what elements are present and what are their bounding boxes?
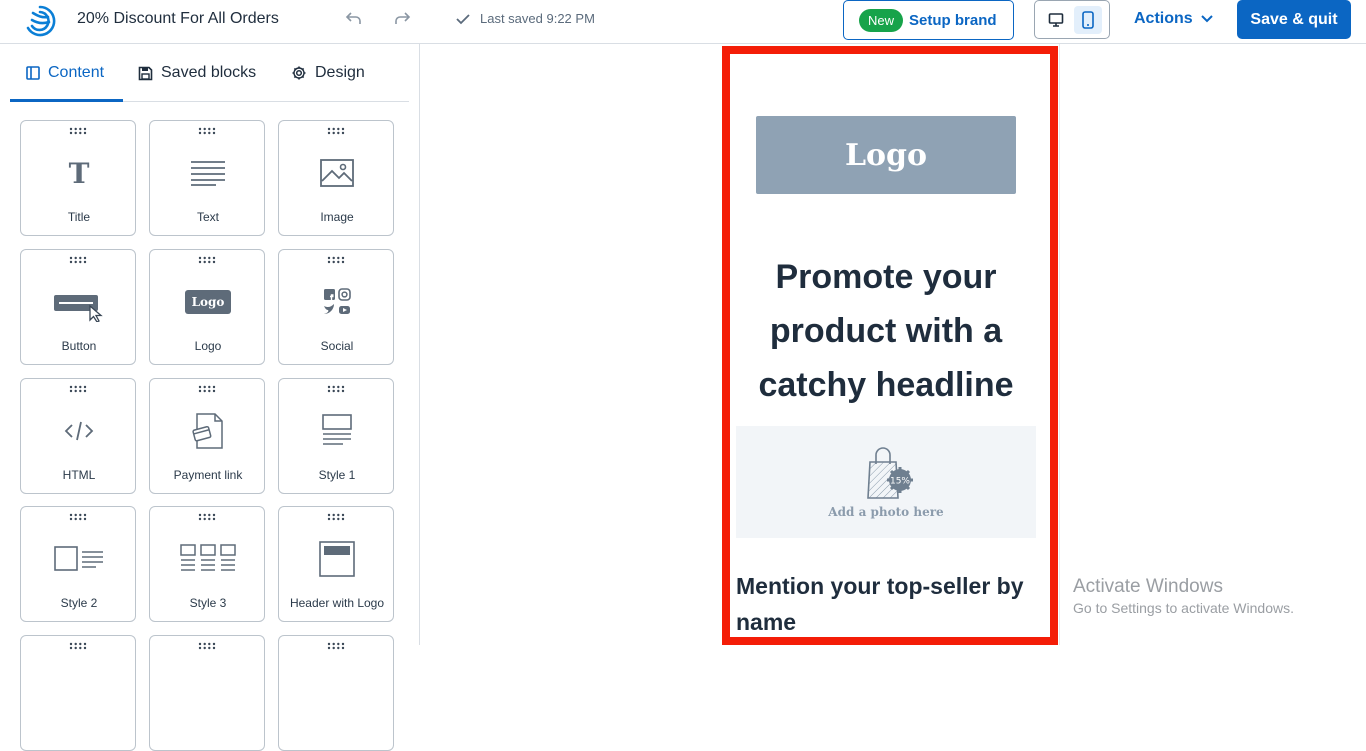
drag-handle-icon[interactable]	[326, 513, 346, 521]
mobile-icon	[1082, 10, 1094, 29]
redo-icon[interactable]	[392, 9, 412, 29]
layout-icon	[26, 66, 40, 80]
block-header-with-logo[interactable]: Header with Logo	[278, 506, 394, 622]
setup-brand-label: Setup brand	[909, 11, 997, 29]
drag-handle-icon[interactable]	[68, 642, 88, 650]
drag-handle-icon[interactable]	[68, 256, 88, 264]
save-status: Last saved 9:22 PM	[456, 11, 595, 26]
drag-handle-icon[interactable]	[68, 385, 88, 393]
tab-content[interactable]: Content	[26, 64, 104, 82]
social-icon	[324, 288, 351, 314]
last-saved-text: Last saved 9:22 PM	[480, 11, 595, 26]
block-label: Logo	[194, 339, 222, 353]
drag-handle-icon[interactable]	[326, 256, 346, 264]
button-icon	[54, 295, 103, 322]
block-social[interactable]: Social	[278, 249, 394, 365]
campaign-title[interactable]: 20% Discount For All Orders	[77, 10, 279, 28]
block-label: Header with Logo	[289, 596, 385, 610]
block-label: HTML	[62, 468, 96, 482]
tab-design[interactable]: Design	[291, 64, 365, 82]
new-badge: New	[859, 8, 904, 32]
gear-icon	[292, 66, 306, 80]
email-headline[interactable]: Promote your product with a catchy headl…	[736, 250, 1036, 412]
payment-link-icon	[192, 413, 223, 449]
active-tab-indicator	[10, 99, 123, 102]
shopping-bag-icon: 15%	[867, 447, 913, 499]
email-logo-block[interactable]: Logo	[756, 116, 1016, 194]
block-style-2[interactable]: Style 2	[20, 506, 136, 622]
drag-handle-icon[interactable]	[326, 642, 346, 650]
save-icon	[138, 66, 153, 80]
block-payment-link[interactable]: Payment link	[149, 378, 265, 494]
block-more[interactable]	[149, 635, 265, 751]
block-logo[interactable]: Logo Logo	[149, 249, 265, 365]
drag-handle-icon[interactable]	[197, 127, 217, 135]
email-canvas: Logo Promote your product with a catchy …	[421, 44, 1366, 645]
style1-icon	[322, 414, 352, 445]
block-style-1[interactable]: Style 1	[278, 378, 394, 494]
block-more[interactable]	[278, 635, 394, 751]
tab-design-label: Design	[315, 64, 365, 81]
photo-placeholder-label: Add a photo here	[828, 505, 944, 519]
save-quit-button[interactable]: Save & quit	[1237, 0, 1351, 39]
actions-menu[interactable]: Actions	[1134, 10, 1213, 28]
desktop-view-button[interactable]	[1042, 6, 1070, 34]
drag-handle-icon[interactable]	[68, 127, 88, 135]
block-label: Style 1	[318, 468, 356, 482]
block-label: Style 3	[189, 596, 227, 610]
text-icon	[191, 161, 225, 186]
header-logo-icon	[319, 541, 355, 577]
app-logo-icon[interactable]	[22, 3, 58, 39]
title-icon: T	[68, 156, 90, 190]
logo-icon: Logo	[184, 290, 232, 314]
drag-handle-icon[interactable]	[326, 385, 346, 393]
block-label: Image	[320, 210, 354, 224]
block-title[interactable]: T Title	[20, 120, 136, 236]
block-label: Social	[320, 339, 354, 353]
drag-handle-icon[interactable]	[68, 513, 88, 521]
drag-handle-icon[interactable]	[326, 127, 346, 135]
style2-icon	[54, 546, 103, 571]
tab-content-label: Content	[48, 64, 105, 81]
drag-handle-icon[interactable]	[197, 256, 217, 264]
block-style-3[interactable]: Style 3	[149, 506, 265, 622]
drag-handle-icon[interactable]	[197, 385, 217, 393]
style3-icon	[180, 544, 236, 571]
block-label: Button	[61, 339, 97, 353]
tab-saved-blocks-label: Saved blocks	[161, 64, 257, 81]
discount-badge: 15%	[890, 477, 910, 487]
top-bar: 20% Discount For All Orders Last saved 9…	[0, 0, 1366, 44]
email-subheading[interactable]: Mention your top-seller by name	[736, 568, 1036, 637]
undo-icon[interactable]	[344, 9, 364, 29]
block-text[interactable]: Text	[149, 120, 265, 236]
desktop-icon	[1048, 12, 1064, 27]
tab-saved-blocks[interactable]: Saved blocks	[138, 64, 256, 82]
image-icon	[320, 159, 354, 187]
actions-label: Actions	[1134, 10, 1193, 27]
block-image[interactable]: Image	[278, 120, 394, 236]
drag-handle-icon[interactable]	[197, 642, 217, 650]
activate-windows-title: Activate Windows	[1073, 576, 1223, 597]
block-more[interactable]	[20, 635, 136, 751]
setup-brand-button[interactable]: New Setup brand	[843, 0, 1014, 40]
block-label: Title	[67, 210, 91, 224]
panel-tabs: Content Saved blocks Design	[10, 44, 409, 102]
block-label: Style 2	[60, 596, 98, 610]
block-button[interactable]: Button	[20, 249, 136, 365]
block-label: Payment link	[173, 468, 243, 482]
email-photo-block[interactable]: 15% Add a photo here	[736, 426, 1036, 538]
activate-windows-subtitle: Go to Settings to activate Windows.	[1073, 600, 1294, 616]
block-label: Text	[196, 210, 219, 224]
html-icon	[64, 421, 94, 441]
left-panel: Content Saved blocks Design T Title Text…	[0, 44, 420, 751]
email-preview-selected[interactable]: Logo Promote your product with a catchy …	[722, 46, 1058, 645]
drag-handle-icon[interactable]	[197, 513, 217, 521]
canvas-divider	[1059, 44, 1060, 645]
check-icon	[456, 13, 470, 24]
chevron-down-icon	[1200, 15, 1213, 23]
mobile-view-button[interactable]	[1074, 5, 1102, 34]
device-toggle	[1034, 0, 1110, 39]
block-html[interactable]: HTML	[20, 378, 136, 494]
